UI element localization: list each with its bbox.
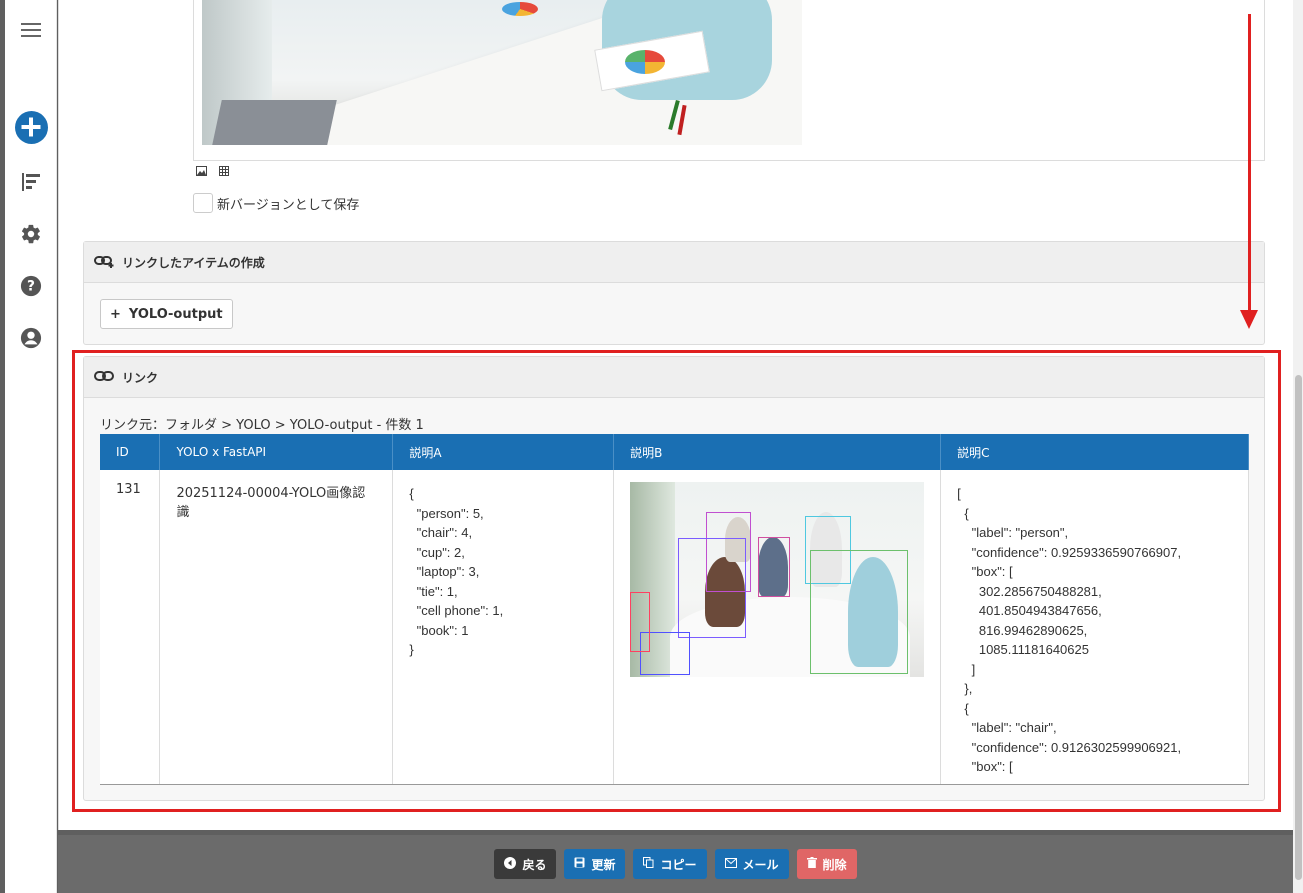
delete-label: 削除 xyxy=(822,857,847,872)
annotation-arrow xyxy=(1248,14,1251,314)
table-icon[interactable] xyxy=(219,166,229,179)
linked-item-create-panel: リンクしたアイテムの作成 + YOLO-output xyxy=(83,241,1265,345)
mail-button[interactable]: メール xyxy=(714,849,789,879)
copy-button[interactable]: コピー xyxy=(633,849,707,879)
meeting-photo xyxy=(202,0,802,145)
mail-label: メール xyxy=(742,857,779,872)
save-icon xyxy=(574,857,585,871)
create-yolo-output-label: YOLO-output xyxy=(128,306,223,322)
back-button[interactable]: 戻る xyxy=(494,849,557,879)
envelope-icon xyxy=(724,857,737,871)
update-button[interactable]: 更新 xyxy=(564,849,626,879)
update-label: 更新 xyxy=(591,857,616,872)
linked-item-create-header: リンクしたアイテムの作成 xyxy=(84,242,1264,283)
back-arrow-icon xyxy=(504,856,517,872)
trash-icon xyxy=(806,857,817,871)
save-as-new-version: 新バージョンとして保存 xyxy=(193,193,359,213)
linked-item-create-title: リンクしたアイテムの作成 xyxy=(122,255,265,270)
gear-icon[interactable] xyxy=(5,222,57,246)
svg-text:?: ? xyxy=(27,279,35,295)
save-as-new-version-checkbox[interactable] xyxy=(193,193,213,213)
hamburger-icon[interactable] xyxy=(5,20,57,40)
scrollbar[interactable] xyxy=(1293,0,1303,893)
annotation-highlight-box xyxy=(72,350,1281,812)
save-as-new-version-label: 新バージョンとして保存 xyxy=(217,197,360,213)
question-icon[interactable]: ? xyxy=(5,274,57,298)
annotation-arrow-head xyxy=(1240,310,1258,329)
sort-icon[interactable] xyxy=(5,171,57,193)
link-add-icon xyxy=(94,254,116,271)
user-icon[interactable] xyxy=(5,326,57,350)
back-label: 戻る xyxy=(522,857,547,872)
create-yolo-output-button[interactable]: + YOLO-output xyxy=(100,299,233,329)
plus-circle-icon[interactable] xyxy=(5,110,57,144)
scrollbar-thumb[interactable] xyxy=(1295,375,1302,880)
delete-button[interactable]: 削除 xyxy=(796,849,857,879)
image-icon[interactable] xyxy=(196,166,207,179)
copy-icon xyxy=(643,857,654,871)
sidebar: ? xyxy=(5,0,57,893)
plus-icon: + xyxy=(110,306,121,322)
editor-toolbar xyxy=(196,166,229,179)
copy-label: コピー xyxy=(660,857,697,872)
footer-toolbar: 戻る 更新 コピー メール 削除 xyxy=(58,835,1293,893)
